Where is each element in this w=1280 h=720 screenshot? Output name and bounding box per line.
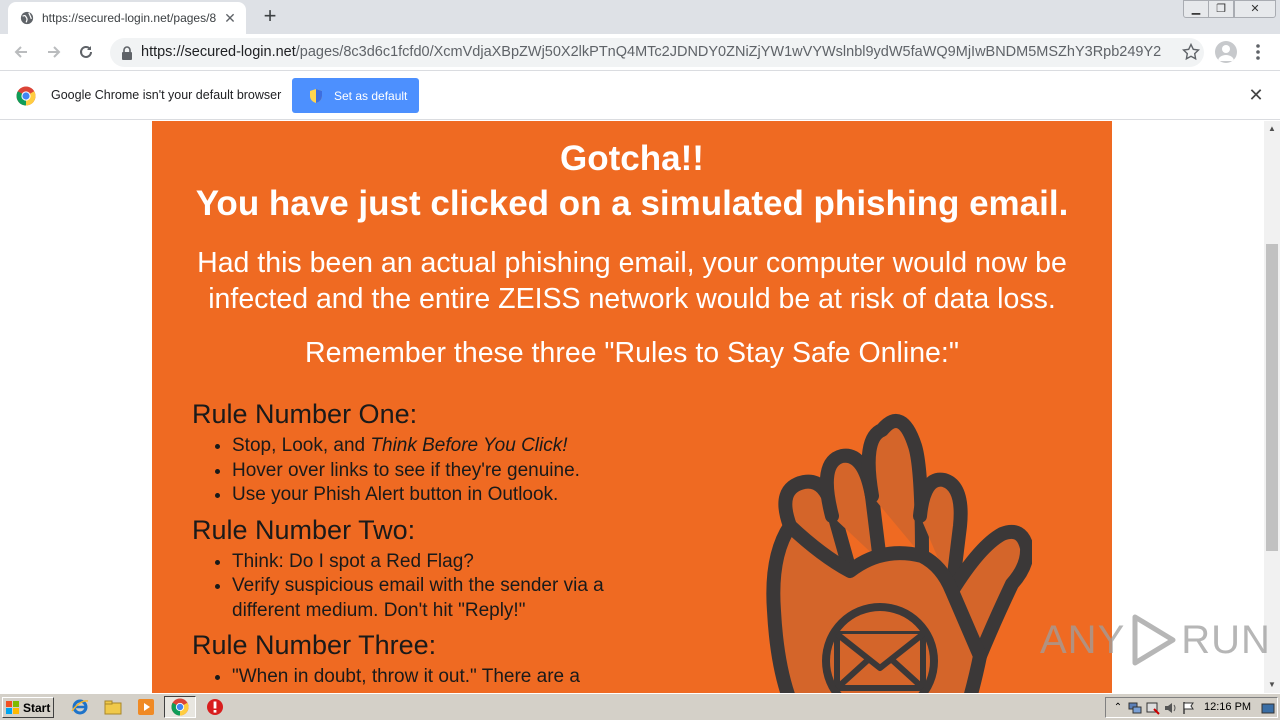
tab-strip: https://secured-login.net/pages/8c3d6c ✕… bbox=[0, 0, 1280, 34]
list-item: Think: Do I spot a Red Flag? bbox=[232, 550, 632, 575]
chrome-taskbar-button[interactable] bbox=[164, 696, 196, 718]
new-tab-icon[interactable]: + bbox=[258, 5, 282, 29]
start-label: Start bbox=[23, 700, 51, 715]
stop-hand-envelope-icon bbox=[766, 414, 1032, 693]
chrome-logo-icon bbox=[16, 86, 36, 106]
rule-one-title: Rule Number One: bbox=[192, 399, 418, 429]
menu-dots-icon[interactable] bbox=[1249, 42, 1267, 62]
remember-rules-text: Remember these three "Rules to Stay Safe… bbox=[305, 337, 959, 369]
profile-avatar-icon[interactable] bbox=[1215, 41, 1237, 63]
reload-button[interactable] bbox=[74, 40, 98, 64]
set-as-default-label: Set as default bbox=[334, 88, 408, 103]
lock-icon bbox=[122, 46, 132, 60]
rule-three-items: "When in doubt, throw it out." There are… bbox=[192, 665, 632, 690]
close-window-button[interactable]: ✕ bbox=[1234, 0, 1276, 18]
phishing-notice-panel: Gotcha!! You have just clicked on a simu… bbox=[152, 121, 1112, 693]
list-item: "When in doubt, throw it out." There are… bbox=[232, 665, 632, 690]
scroll-up-arrow-icon[interactable]: ▲ bbox=[1264, 121, 1280, 137]
windows-logo-icon bbox=[6, 700, 19, 714]
forward-button[interactable] bbox=[42, 40, 66, 64]
volume-icon[interactable] bbox=[1164, 701, 1178, 715]
url-path: /pages/8c3d6c1fcfd0/XcmVdjaXBpZWj50X2lkP… bbox=[295, 44, 1161, 60]
warning-paragraph: Had this been an actual phishing email, … bbox=[197, 247, 1067, 315]
maximize-button[interactable]: ❐ bbox=[1208, 0, 1234, 18]
set-as-default-button[interactable]: Set as default bbox=[292, 78, 419, 113]
tab-close-icon[interactable]: ✕ bbox=[222, 10, 238, 26]
file-explorer-icon[interactable] bbox=[104, 698, 122, 716]
media-player-icon[interactable] bbox=[137, 698, 155, 716]
shield-icon bbox=[310, 88, 322, 103]
browser-toolbar: https://secured-login.net/pages/8c3d6c1f… bbox=[0, 34, 1280, 71]
heading-gotcha: Gotcha!! bbox=[560, 139, 704, 178]
play-logo-icon bbox=[1132, 614, 1176, 666]
clock-time: 12:16 PM bbox=[1204, 701, 1252, 713]
list-item: Hover over links to see if they're genui… bbox=[232, 459, 632, 484]
star-icon[interactable] bbox=[1182, 43, 1200, 61]
url-host: https://secured-login.net bbox=[141, 44, 296, 60]
rule-three-title: Rule Number Three: bbox=[192, 630, 437, 660]
list-item: Use your Phish Alert button in Outlook. bbox=[232, 483, 632, 508]
infobar-close-icon[interactable]: ✕ bbox=[1246, 85, 1266, 105]
browser-tab[interactable]: https://secured-login.net/pages/8c3d6c ✕ bbox=[8, 2, 246, 34]
rule-one-item1-text: Stop, Look, and bbox=[232, 435, 371, 456]
scrollbar-thumb[interactable] bbox=[1266, 244, 1278, 551]
anyrun-watermark: ANY RUN bbox=[1040, 612, 1271, 668]
security-alert-icon[interactable] bbox=[206, 698, 224, 716]
watermark-right-text: RUN bbox=[1181, 617, 1271, 662]
heading-simulated-phishing: You have just clicked on a simulated phi… bbox=[195, 184, 1069, 223]
address-bar[interactable]: https://secured-login.net/pages/8c3d6c1f… bbox=[110, 38, 1204, 67]
list-item: Verify suspicious email with the sender … bbox=[232, 574, 632, 623]
rule-one-items: Stop, Look, and Think Before You Click! … bbox=[192, 434, 632, 508]
internet-explorer-icon[interactable] bbox=[71, 698, 89, 716]
page-scrollbar[interactable]: ▲ ▼ bbox=[1264, 121, 1280, 693]
action-center-icon[interactable] bbox=[1146, 701, 1160, 715]
forward-arrow-icon bbox=[48, 46, 61, 58]
system-tray: ⌃ 12:16 PM bbox=[1105, 697, 1278, 718]
page-viewport: Gotcha!! You have just clicked on a simu… bbox=[0, 121, 1264, 693]
reload-icon bbox=[80, 45, 92, 58]
infobar-message: Google Chrome isn't your default browser bbox=[51, 88, 282, 102]
back-button[interactable] bbox=[9, 40, 33, 64]
chrome-icon bbox=[171, 698, 189, 716]
minimize-button[interactable]: ▁ bbox=[1183, 0, 1209, 18]
tray-expand-icon[interactable]: ⌃ bbox=[1111, 701, 1125, 715]
back-arrow-icon bbox=[14, 46, 27, 58]
globe-icon bbox=[20, 11, 34, 25]
default-browser-infobar: Google Chrome isn't your default browser… bbox=[0, 71, 1280, 120]
start-button[interactable]: Start bbox=[2, 697, 54, 718]
watermark-left-text: ANY bbox=[1040, 617, 1126, 662]
list-item: Stop, Look, and Think Before You Click! bbox=[232, 434, 632, 459]
rule-two-title: Rule Number Two: bbox=[192, 514, 416, 545]
show-desktop-icon[interactable] bbox=[1261, 701, 1275, 715]
rule-two-items: Think: Do I spot a Red Flag? Verify susp… bbox=[192, 550, 632, 624]
scroll-down-arrow-icon[interactable]: ▼ bbox=[1264, 677, 1280, 693]
rule-one-item1-emphasis: Think Before You Click! bbox=[370, 435, 568, 456]
rules-list: Rule Number One: Stop, Look, and Think B… bbox=[192, 398, 632, 693]
windows-taskbar: Start ⌃ 12:16 PM bbox=[0, 693, 1280, 720]
tab-title: https://secured-login.net/pages/8c3d6c bbox=[42, 11, 216, 25]
flag-icon[interactable] bbox=[1182, 701, 1196, 715]
network-icon[interactable] bbox=[1128, 701, 1142, 715]
url-text: https://secured-login.net/pages/8c3d6c1f… bbox=[141, 44, 1161, 60]
